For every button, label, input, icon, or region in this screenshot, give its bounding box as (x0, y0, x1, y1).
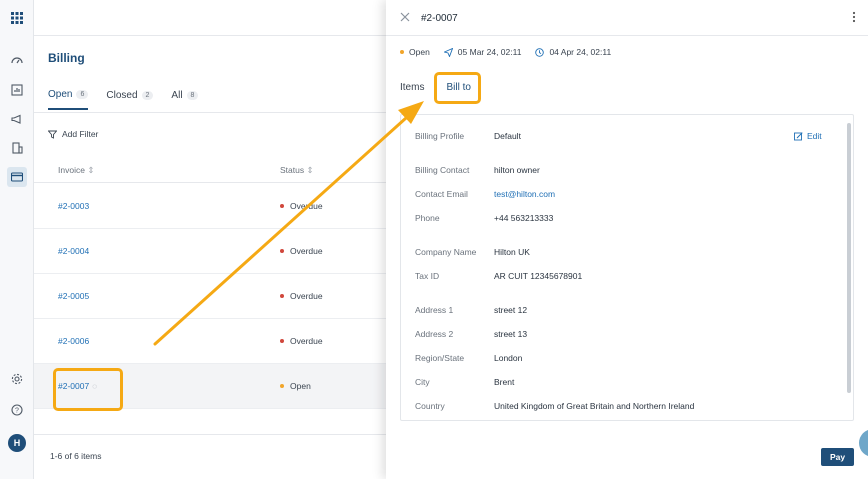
highlight-bill-to-tab (434, 72, 481, 104)
due-date: 04 Apr 24, 02:11 (535, 47, 611, 57)
close-icon[interactable] (400, 12, 410, 24)
table-row[interactable]: #2-0006 Overdue (34, 319, 386, 364)
tab-closed[interactable]: Closed 2 (106, 89, 154, 110)
building-icon[interactable] (7, 138, 27, 158)
help-icon[interactable]: ? (7, 400, 27, 420)
status-dot (280, 294, 284, 298)
sort-icon: ⇕ (306, 165, 314, 175)
status-dot (280, 249, 284, 253)
filter-icon (48, 130, 57, 139)
add-filter-button[interactable]: Add Filter (48, 129, 98, 139)
status-dot (280, 339, 284, 343)
invoice-link[interactable]: #2-0005 (58, 291, 89, 301)
drawer-title: #2-0007 (421, 13, 458, 24)
table-row[interactable]: #2-0004 Overdue (34, 229, 386, 274)
page-title: Billing (48, 51, 85, 65)
send-icon (443, 47, 453, 57)
dashboard-icon[interactable] (7, 51, 27, 71)
billing-page: Billing Open 6 Closed 2 All 8 Add Filter… (34, 36, 386, 479)
drawer-header: #2-0007 (386, 0, 868, 36)
tab-all-count: 8 (186, 91, 199, 100)
highlight-selected-invoice (53, 368, 123, 411)
column-header-invoice[interactable]: Invoice ⇕ (58, 165, 94, 176)
tab-open-label: Open (48, 89, 73, 100)
clock-icon (535, 47, 545, 57)
invoice-status: Open (400, 47, 430, 57)
edit-icon (794, 131, 803, 140)
tab-all[interactable]: All 8 (171, 89, 199, 110)
status-dot (280, 204, 284, 208)
table-row[interactable]: #2-0005 Overdue (34, 274, 386, 319)
sent-date: 05 Mar 24, 02:11 (443, 47, 521, 57)
pay-button[interactable]: Pay (821, 448, 854, 466)
status-dot (280, 384, 284, 388)
scrollbar[interactable] (847, 123, 851, 393)
megaphone-icon[interactable] (7, 109, 27, 129)
billing-tabs: Open 6 Closed 2 All 8 (48, 89, 199, 110)
nav-rail: ? H (0, 0, 34, 479)
status-cell: Overdue (280, 336, 323, 346)
tab-open[interactable]: Open 6 (48, 89, 89, 110)
settings-gear-icon[interactable] (7, 369, 27, 389)
user-avatar[interactable]: H (8, 434, 26, 452)
tabs-divider (34, 112, 386, 113)
tab-items[interactable]: Items (400, 82, 424, 93)
chat-fab[interactable] (859, 429, 868, 457)
status-cell: Overdue (280, 246, 323, 256)
tab-closed-count: 2 (141, 91, 154, 100)
table-header: Invoice ⇕ Status ⇕ (34, 161, 386, 183)
svg-text:?: ? (15, 408, 19, 415)
status-cell: Open (280, 381, 311, 391)
column-header-status[interactable]: Status ⇕ (280, 165, 314, 176)
status-dot (400, 50, 404, 54)
invoice-link[interactable]: #2-0006 (58, 336, 89, 346)
email-link[interactable]: test@hilton.com (494, 189, 555, 199)
tab-open-count: 6 (76, 90, 89, 99)
tab-closed-label: Closed (106, 90, 138, 101)
pagination-summary: 1-6 of 6 items (50, 451, 102, 461)
invoice-link[interactable]: #2-0004 (58, 246, 89, 256)
reports-icon[interactable] (7, 80, 27, 100)
billing-card-icon[interactable] (7, 167, 27, 187)
tab-all-label: All (171, 90, 183, 101)
sort-icon: ⇕ (87, 165, 95, 175)
status-cell: Overdue (280, 291, 323, 301)
invoice-meta: Open 05 Mar 24, 02:11 04 Apr 24, 02:11 (400, 47, 611, 57)
status-cell: Overdue (280, 201, 323, 211)
apps-grid-icon[interactable] (7, 8, 27, 28)
more-options-icon[interactable] (852, 11, 856, 25)
add-filter-label: Add Filter (62, 129, 99, 139)
table-row[interactable]: #2-0003 Overdue (34, 184, 386, 229)
edit-button[interactable]: Edit (794, 131, 822, 141)
invoice-link[interactable]: #2-0003 (58, 201, 89, 211)
table-footer: 1-6 of 6 items (34, 434, 386, 479)
bill-to-card: Billing Profile Default Edit Billing Con… (400, 114, 854, 421)
